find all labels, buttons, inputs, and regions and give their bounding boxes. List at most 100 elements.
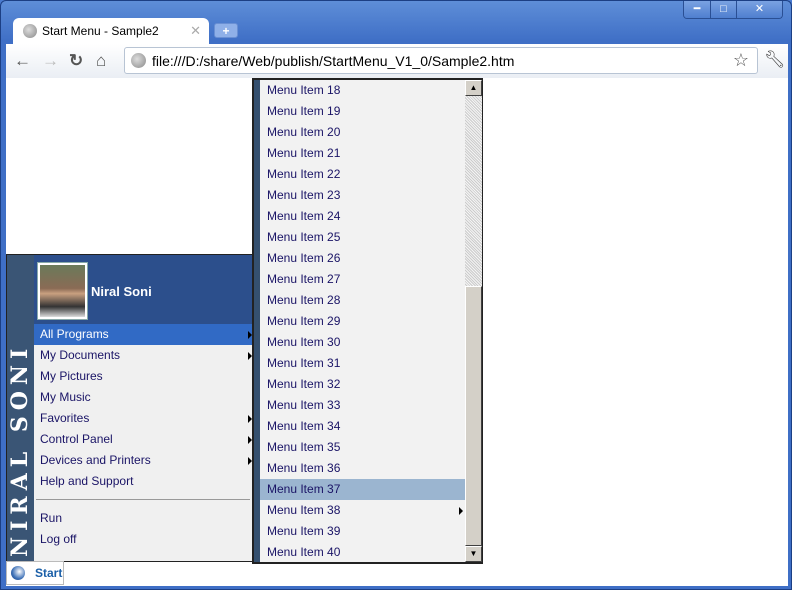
submenu-item[interactable]: Menu Item 23 (260, 185, 465, 206)
scroll-up-button[interactable]: ▲ (465, 80, 482, 96)
browser-tab[interactable]: Start Menu - Sample2 ✕ (13, 18, 209, 44)
submenu-item[interactable]: Menu Item 36 (260, 458, 465, 479)
item-label: Menu Item 29 (267, 314, 341, 328)
user-name: Niral Soni (91, 284, 152, 299)
item-label: Menu Item 24 (267, 209, 341, 223)
browser-window: ━ □ ✕ Start Menu - Sample2 ✕ + ← → ↻ ⌂ f… (0, 0, 792, 590)
start-menu-item-run[interactable]: Run (34, 508, 252, 529)
submenu-item[interactable]: Menu Item 33 (260, 395, 465, 416)
submenu-scrollbar[interactable]: ▲ ▼ (465, 80, 482, 562)
wrench-icon[interactable]: 🔧︎ (764, 50, 786, 70)
item-label: Devices and Printers (40, 453, 151, 467)
item-label: Menu Item 28 (267, 293, 341, 307)
banner-text: NIRAL SONI (7, 342, 33, 557)
submenu-item[interactable]: Menu Item 28 (260, 290, 465, 311)
item-label: Menu Item 39 (267, 524, 341, 538)
start-button[interactable]: Start (6, 561, 64, 585)
start-menu-item[interactable]: My Music (34, 387, 252, 408)
forward-icon[interactable]: → (42, 51, 59, 71)
back-icon[interactable]: ← (14, 51, 31, 71)
submenu-item[interactable]: Menu Item 22 (260, 164, 465, 185)
submenu-item[interactable]: Menu Item 32 (260, 374, 465, 395)
all-programs-submenu: Menu Item 18 Menu Item 19 Menu Item 20 Menu… (252, 78, 483, 564)
item-label: Menu Item 30 (267, 335, 341, 349)
bookmark-star-icon[interactable]: ☆ (733, 50, 749, 71)
submenu-item[interactable]: Menu Item 20 (260, 122, 465, 143)
start-menu: NIRAL SONI Niral Soni All Programs My Doc… (6, 254, 253, 562)
item-label: Menu Item 35 (267, 440, 341, 454)
submenu-item[interactable]: Menu Item 29 (260, 311, 465, 332)
item-label: Menu Item 33 (267, 398, 341, 412)
start-menu-banner: NIRAL SONI (7, 255, 34, 561)
submenu-item[interactable]: Menu Item 18 (260, 80, 465, 101)
start-menu-item[interactable]: All Programs (34, 324, 252, 345)
item-label: Favorites (40, 411, 90, 425)
item-label: Menu Item 20 (267, 125, 341, 139)
start-menu-item[interactable]: Favorites (34, 408, 252, 429)
address-bar[interactable]: file:///D:/share/Web/publish/StartMenu_V… (124, 47, 758, 74)
page-icon (131, 53, 146, 68)
item-label: Menu Item 40 (267, 545, 341, 559)
item-label: Help and Support (40, 474, 134, 488)
scroll-down-button[interactable]: ▼ (465, 546, 482, 562)
item-label: Menu Item 32 (267, 377, 341, 391)
item-label: Menu Item 18 (267, 83, 341, 97)
start-menu-item[interactable]: My Documents (34, 345, 252, 366)
start-menu-item[interactable]: Control Panel (34, 429, 252, 450)
submenu-item[interactable]: Menu Item 31 (260, 353, 465, 374)
avatar (37, 262, 88, 320)
item-label: Menu Item 31 (267, 356, 341, 370)
minimize-button[interactable]: ━ (684, 1, 710, 18)
submenu-item[interactable]: Menu Item 21 (260, 143, 465, 164)
toolbar: ← → ↻ ⌂ file:///D:/share/Web/publish/Sta… (6, 44, 788, 78)
item-label: Menu Item 22 (267, 167, 341, 181)
close-window-button[interactable]: ✕ (736, 1, 782, 18)
home-icon[interactable]: ⌂ (96, 51, 106, 71)
maximize-button[interactable]: □ (710, 1, 736, 18)
item-label: Menu Item 27 (267, 272, 341, 286)
start-menu-item[interactable]: My Pictures (34, 366, 252, 387)
submenu-item[interactable]: Menu Item 25 (260, 227, 465, 248)
start-label: Start (35, 566, 63, 580)
item-label: Menu Item 23 (267, 188, 341, 202)
item-label: My Pictures (40, 369, 103, 383)
item-label: All Programs (40, 327, 109, 341)
item-label: Menu Item 38 (267, 503, 341, 517)
window-controls: ━ □ ✕ (683, 1, 783, 19)
submenu-item[interactable]: Menu Item 38 (260, 500, 465, 521)
user-header: Niral Soni (34, 255, 252, 324)
submenu-item[interactable]: Menu Item 39 (260, 521, 465, 542)
url-text[interactable]: file:///D:/share/Web/publish/StartMenu_V… (152, 53, 514, 69)
tab-title: Start Menu - Sample2 (42, 24, 159, 38)
close-tab-icon[interactable]: ✕ (190, 23, 201, 39)
item-label: Menu Item 25 (267, 230, 341, 244)
submenu-item[interactable]: Menu Item 35 (260, 437, 465, 458)
submenu-item[interactable]: Menu Item 34 (260, 416, 465, 437)
item-label: Menu Item 26 (267, 251, 341, 265)
globe-icon (23, 24, 37, 38)
new-tab-button[interactable]: + (214, 23, 238, 38)
item-label: Control Panel (40, 432, 113, 446)
item-label: My Music (40, 390, 91, 404)
item-label: Menu Item 19 (267, 104, 341, 118)
menu-separator (36, 499, 250, 500)
item-label: Menu Item 37 (267, 482, 341, 496)
start-menu-item[interactable]: Devices and Printers (34, 450, 252, 471)
item-label: My Documents (40, 348, 121, 362)
scroll-thumb[interactable] (465, 286, 482, 546)
submenu-item[interactable]: Menu Item 26 (260, 248, 465, 269)
start-menu-item[interactable]: Help and Support (34, 471, 252, 492)
item-label: Menu Item 21 (267, 146, 341, 160)
submenu-item[interactable]: Menu Item 40 (260, 542, 465, 563)
submenu-item[interactable]: Menu Item 30 (260, 332, 465, 353)
start-menu-item-log-off[interactable]: Log off (34, 529, 252, 550)
submenu-item[interactable]: Menu Item 19 (260, 101, 465, 122)
item-label: Menu Item 34 (267, 419, 341, 433)
item-label: Menu Item 36 (267, 461, 341, 475)
submenu-arrow-icon (459, 507, 463, 515)
start-orb-icon (11, 566, 25, 580)
submenu-item[interactable]: Menu Item 27 (260, 269, 465, 290)
submenu-item[interactable]: Menu Item 24 (260, 206, 465, 227)
reload-icon[interactable]: ↻ (69, 51, 83, 71)
submenu-item[interactable]: Menu Item 37 (260, 479, 465, 500)
